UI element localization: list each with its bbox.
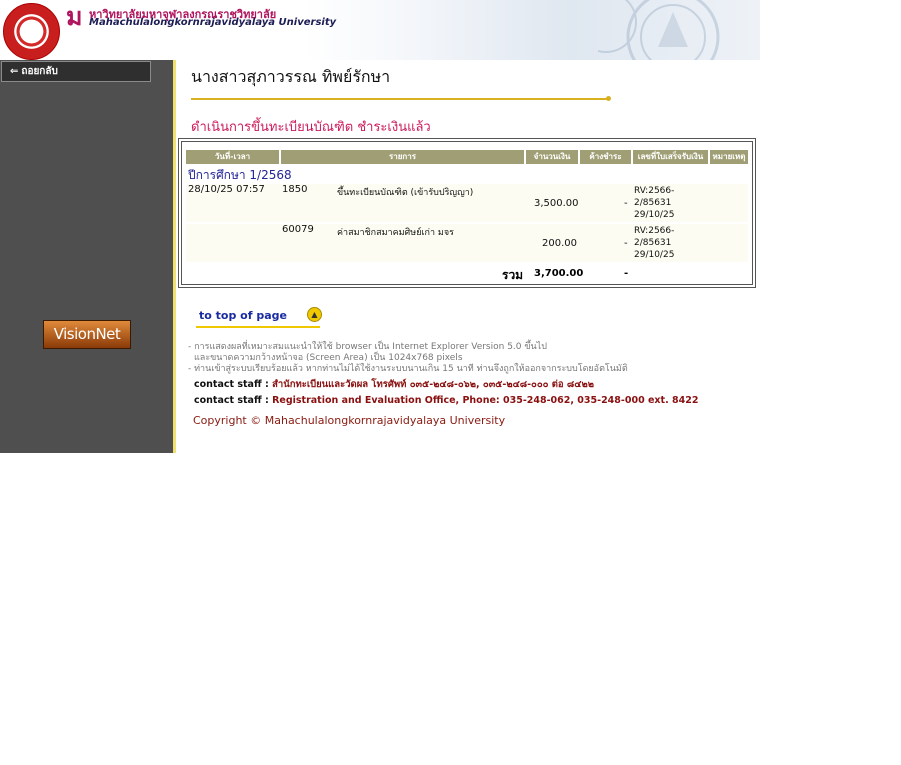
row-receipt-no: RV:2566- <box>634 226 675 236</box>
row-amount: 3,500.00 <box>534 198 579 209</box>
contact-staff-thai: contact staff : สำนักทะเบียนและวัดผล โทร… <box>194 377 594 392</box>
row-receipt-date: 29/10/25 <box>634 210 675 220</box>
back-button[interactable]: ⇐ ถอยกลับ <box>1 61 151 82</box>
row-amount: 200.00 <box>542 238 577 249</box>
row-receipt-no-suffix: 2/85631 <box>634 238 672 248</box>
payment-table: วันที่-เวลา รายการ จำนวนเงิน ค้างชำระ เล… <box>178 138 756 288</box>
row-receipt-no-suffix: 2/85631 <box>634 198 672 208</box>
registration-status-title: ดำเนินการขึ้นทะเบียนบัณฑิต ชำระเงินแล้ว <box>191 120 431 135</box>
contact-staff-thai-value: สำนักทะเบียนและวัดผล โทรศัพท์ ๐๓๕-๒๔๘-๐๖… <box>272 379 594 390</box>
column-header-receipt: เลขที่ใบเสร็จรับเงิน <box>633 150 708 164</box>
row-outstanding: - <box>624 198 628 209</box>
academic-year-label: ปีการศึกษา 1/2568 <box>188 168 292 182</box>
arrow-up-icon: ▲ <box>307 307 322 322</box>
contact-staff-english-value: Registration and Evaluation Office, Phon… <box>272 395 699 406</box>
to-top-of-page-link[interactable]: to top of page ▲ <box>196 306 322 330</box>
total-label: รวม <box>502 268 524 282</box>
row-receipt-no: RV:2566- <box>634 186 675 196</box>
title-divider-dot <box>606 96 611 101</box>
session-timeout-note: - ท่านเข้าสู่ระบบเรียบร้อยแล้ว หากท่านไม… <box>188 364 628 374</box>
watermark-emblem-icon <box>598 0 720 60</box>
university-name-english: Mahachulalongkornrajavidyalaya Universit… <box>89 17 337 28</box>
row-code: 60079 <box>282 224 314 235</box>
column-header-item: รายการ <box>281 150 524 164</box>
column-header-amount: จำนวนเงิน <box>526 150 578 164</box>
total-outstanding: - <box>624 268 629 279</box>
contact-staff-label: contact staff : <box>194 395 269 406</box>
to-top-underline <box>196 326 320 328</box>
row-datetime: 28/10/25 07:57 <box>188 184 265 195</box>
column-header-note: หมายเหตุ <box>710 150 748 164</box>
university-seal-icon <box>3 3 60 60</box>
arrow-left-icon: ⇐ <box>10 66 19 77</box>
title-divider <box>191 98 609 100</box>
row-receipt-date: 29/10/25 <box>634 250 675 260</box>
row-outstanding: - <box>624 238 628 249</box>
contact-staff-label: contact staff : <box>194 379 269 390</box>
column-header-datetime: วันที่-เวลา <box>186 150 279 164</box>
contact-staff-english: contact staff : Registration and Evaluat… <box>194 395 698 406</box>
payment-table-inner: วันที่-เวลา รายการ จำนวนเงิน ค้างชำระ เล… <box>181 141 753 285</box>
student-name: นางสาวสุภาวรรณ ทิพย์รักษา <box>191 67 391 86</box>
visionnet-logo[interactable]: VisionNet <box>43 320 131 349</box>
row-description: ค่าสมาชิกสมาคมศิษย์เก่า มจร <box>337 228 454 238</box>
row-code: 1850 <box>282 184 308 195</box>
column-header-outstanding: ค้างชำระ <box>580 150 631 164</box>
university-logo-mark: ม <box>66 2 83 31</box>
row-description: ขึ้นทะเบียนบัณฑิต (เข้ารับปริญญา) <box>337 188 474 198</box>
copyright: Copyright © Mahachulalongkornrajavidyala… <box>193 414 506 427</box>
to-top-label: to top of page <box>199 309 287 322</box>
main-content: นางสาวสุภาวรรณ ทิพย์รักษา ดำเนินการขึ้นท… <box>176 60 766 453</box>
back-button-label: ถอยกลับ <box>21 66 58 77</box>
total-amount: 3,700.00 <box>534 268 584 279</box>
header-banner: ม หาวิทยาลัยมหาจุฬาลงกรณราชวิทยาลัย Maha… <box>0 0 760 60</box>
sidebar: ⇐ ถอยกลับ VisionNet <box>0 60 176 453</box>
